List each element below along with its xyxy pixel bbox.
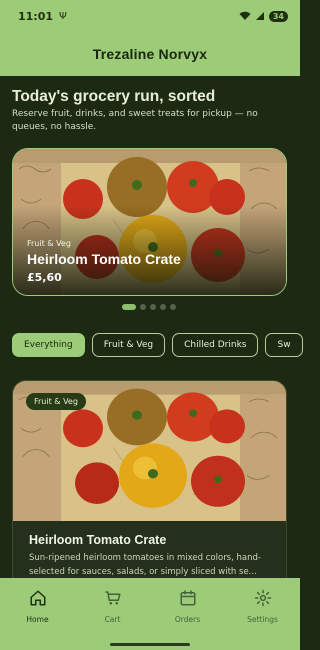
page-subheading: Reserve fruit, drinks, and sweet treats … <box>12 109 258 132</box>
product-card[interactable]: Fruit & Veg Heirloom Tomato Crate Sun-ri… <box>12 380 287 590</box>
nav-home[interactable]: Home <box>0 578 75 650</box>
app-bar: Trezaline Norvyx <box>0 32 300 76</box>
page-heading: Today's grocery run, sorted <box>12 88 216 105</box>
status-bar: 11:01 Ψ 34 <box>0 0 300 32</box>
nav-home-label: Home <box>26 615 49 624</box>
category-chips: Everything Fruit & Veg Chilled Drinks Sw <box>12 333 303 357</box>
usb-icon: Ψ <box>59 10 67 22</box>
product-title: Heirloom Tomato Crate <box>29 533 167 547</box>
bottom-navigation: Home Cart Orders Settings <box>0 578 300 650</box>
featured-category: Fruit & Veg <box>27 239 71 248</box>
gesture-bar[interactable] <box>110 643 190 646</box>
carousel-dot[interactable] <box>170 304 176 310</box>
chip-everything[interactable]: Everything <box>12 333 85 357</box>
calendar-icon <box>180 590 195 606</box>
featured-title: Heirloom Tomato Crate <box>27 251 181 267</box>
carousel-dot[interactable] <box>140 304 146 310</box>
product-category-badge: Fruit & Veg <box>26 393 86 410</box>
carousel-dot[interactable] <box>160 304 166 310</box>
product-description: Sun-ripened heirloom tomatoes in mixed c… <box>29 553 261 577</box>
nav-orders[interactable]: Orders <box>150 578 225 650</box>
wifi-icon <box>239 11 251 20</box>
nav-cart-label: Cart <box>104 615 121 624</box>
signal-icon <box>255 12 264 20</box>
featured-price: £5,60 <box>27 271 62 284</box>
nav-cart[interactable]: Cart <box>75 578 150 650</box>
home-icon <box>30 590 45 606</box>
status-time: 11:01 <box>18 9 54 23</box>
nav-orders-label: Orders <box>174 615 201 624</box>
nav-settings[interactable]: Settings <box>225 578 300 650</box>
chip-chilled-drinks[interactable]: Chilled Drinks <box>172 333 259 357</box>
gear-icon <box>254 589 271 607</box>
nav-settings-label: Settings <box>247 615 278 624</box>
status-indicators: 34 <box>239 10 288 22</box>
chip-fruit-veg[interactable]: Fruit & Veg <box>91 333 166 357</box>
battery-indicator: 34 <box>268 10 288 22</box>
cart-icon <box>105 591 120 605</box>
chip-sweets[interactable]: Sw <box>265 333 303 357</box>
carousel-dot[interactable] <box>150 304 156 310</box>
app-title: Trezaline Norvyx <box>92 46 208 62</box>
carousel-pagination <box>122 304 176 310</box>
carousel-dot[interactable] <box>122 304 136 310</box>
featured-carousel-card[interactable]: Fruit & Veg Heirloom Tomato Crate £5,60 <box>12 148 287 296</box>
